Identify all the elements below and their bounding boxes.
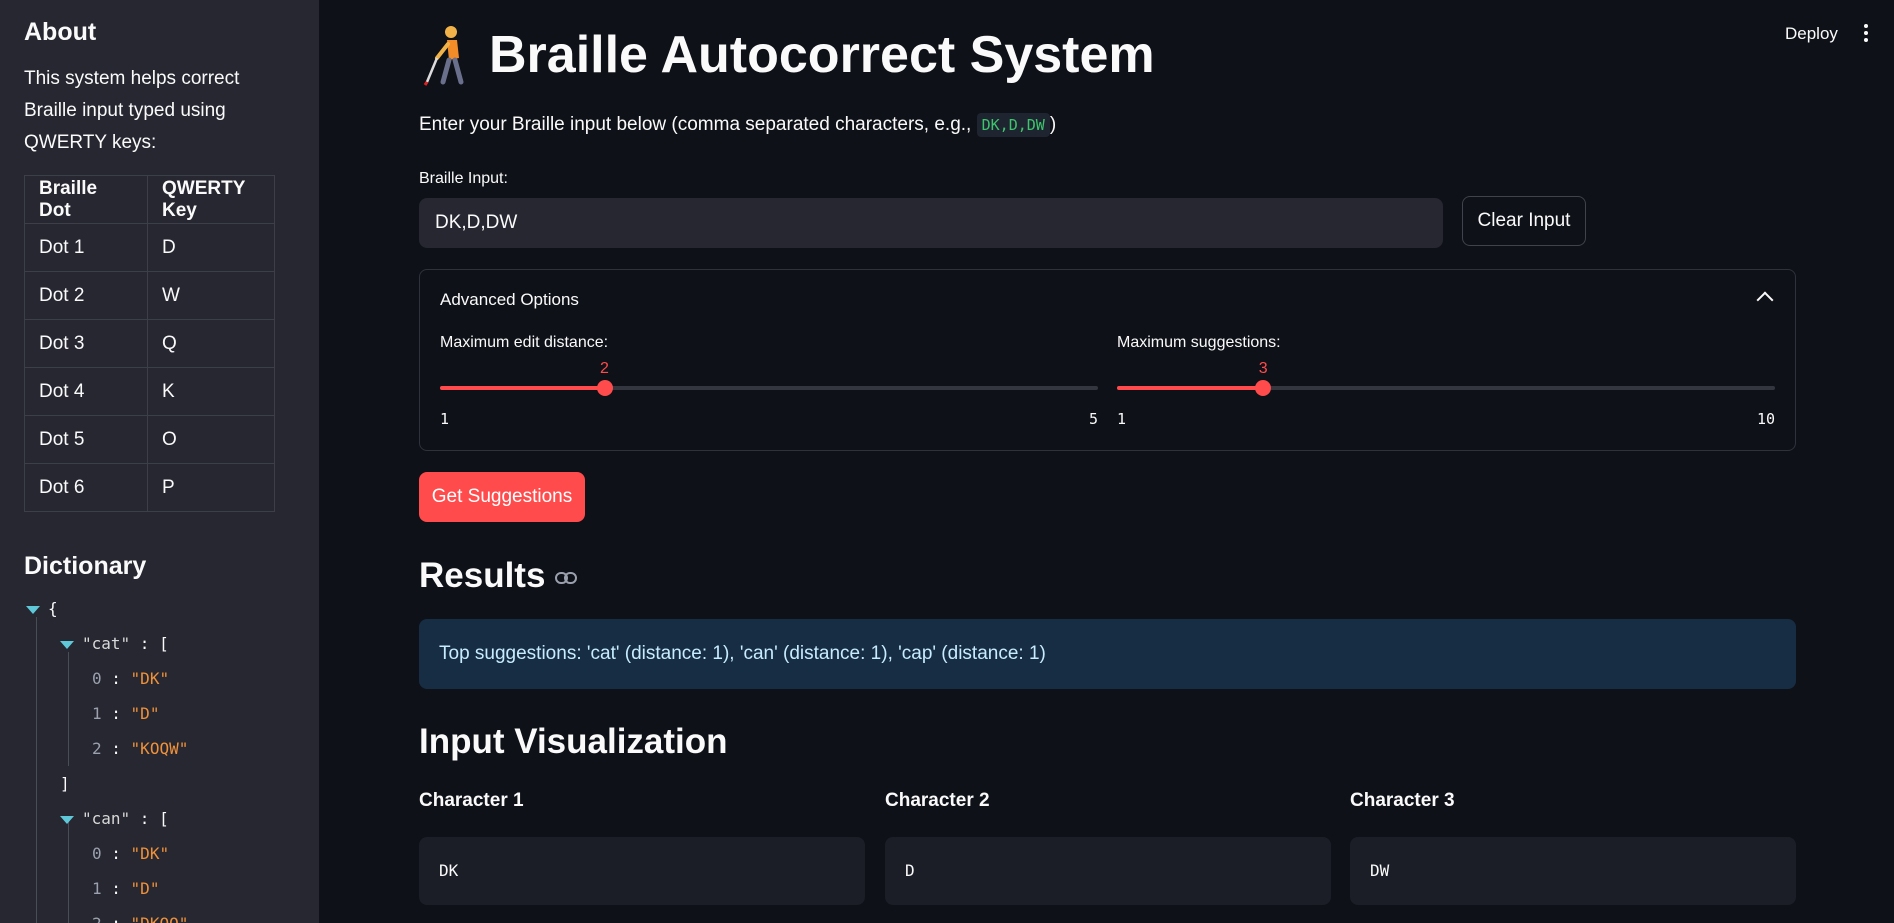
slider-thumb[interactable] xyxy=(1255,380,1272,396)
character-column: Character 1 DK xyxy=(419,790,865,905)
slider-value: 3 xyxy=(1258,360,1268,377)
slider-min: 1 xyxy=(440,410,450,428)
dictionary-heading: Dictionary xyxy=(24,552,147,580)
results-heading: Results xyxy=(419,556,578,596)
slider-max: 5 xyxy=(1088,410,1098,428)
json-index: 1 xyxy=(92,704,102,723)
character-value: DK xyxy=(419,837,865,905)
character-label: Character 1 xyxy=(419,790,524,811)
collapse-toggle-icon[interactable] xyxy=(26,605,40,614)
character-label: Character 2 xyxy=(885,790,990,811)
json-value: "DKOQ" xyxy=(131,914,189,923)
slider-max: 10 xyxy=(1756,410,1775,428)
table-cell: D xyxy=(147,223,275,272)
mapping-table: Braille Dot QWERTY Key Dot 1D Dot 2W Dot… xyxy=(24,175,275,512)
get-suggestions-button[interactable]: Get Suggestions xyxy=(419,472,585,522)
table-cell: Dot 3 xyxy=(24,319,148,368)
deploy-button[interactable]: Deploy xyxy=(1785,24,1838,44)
json-index: 0 xyxy=(92,669,102,688)
table-cell: K xyxy=(147,367,275,416)
character-label: Character 3 xyxy=(1350,790,1455,811)
intro-text: Enter your Braille input below (comma se… xyxy=(419,113,1057,137)
collapse-toggle-icon[interactable] xyxy=(60,640,74,649)
json-index: 2 xyxy=(92,739,102,758)
about-text: This system helps correct Braille input … xyxy=(24,68,240,153)
results-heading-text: Results xyxy=(419,556,546,595)
json-index: 2 xyxy=(92,914,102,923)
slider-track[interactable]: 3 1 10 xyxy=(1117,360,1775,428)
collapse-toggle-icon[interactable] xyxy=(60,815,74,824)
json-key: "cat" xyxy=(82,634,131,653)
intro-example-code: DK,D,DW xyxy=(976,113,1050,137)
slider-min: 1 xyxy=(1117,410,1127,428)
clear-input-button[interactable]: Clear Input xyxy=(1462,196,1586,246)
table-row: Dot 4K xyxy=(24,367,275,416)
json-value: "D" xyxy=(130,879,160,898)
results-info-box: Top suggestions: 'cat' (distance: 1), 'c… xyxy=(419,619,1796,689)
advanced-options-header[interactable]: Advanced Options xyxy=(440,290,579,310)
table-header-braille-dot: Braille Dot xyxy=(24,175,148,224)
table-row: Dot 6P xyxy=(24,463,275,512)
json-close-bracket: ] xyxy=(60,774,70,793)
character-value: DW xyxy=(1350,837,1796,905)
slider-fill xyxy=(1117,386,1264,390)
table-cell: Q xyxy=(147,319,275,368)
chevron-up-icon[interactable] xyxy=(1756,291,1774,309)
table-cell: O xyxy=(147,415,275,464)
character-column: Character 3 DW xyxy=(1350,790,1796,905)
json-open-brace: { xyxy=(48,599,58,618)
table-cell: Dot 6 xyxy=(24,463,148,512)
sidebar: About This system helps correct Braille … xyxy=(0,0,319,923)
json-key: "can" xyxy=(82,809,131,828)
json-value: "DK" xyxy=(130,669,170,688)
about-heading: About xyxy=(24,18,97,46)
table-cell: Dot 1 xyxy=(24,223,148,272)
intro-suffix: ) xyxy=(1049,114,1057,135)
page-title: Braille Autocorrect System xyxy=(489,26,1155,84)
table-row: Dot 5O xyxy=(24,415,275,464)
json-value: "D" xyxy=(130,704,160,723)
table-cell: Dot 5 xyxy=(24,415,148,464)
json-open-bracket: [ xyxy=(159,809,169,828)
json-value: "DK" xyxy=(130,844,170,863)
slider-thumb[interactable] xyxy=(596,380,613,396)
json-index: 0 xyxy=(92,844,102,863)
slider-fill xyxy=(440,386,605,390)
table-cell: P xyxy=(147,463,275,512)
slider-label: Maximum edit distance: xyxy=(440,334,609,351)
dictionary-json-viewer: { "cat" : [ 0 : "DK" 1 : "D" 2 : "KOQW" … xyxy=(24,591,295,923)
intro-prefix: Enter your Braille input below (comma se… xyxy=(419,114,977,135)
json-open-bracket: [ xyxy=(159,634,169,653)
table-row: Dot 1D xyxy=(24,223,275,272)
json-index: 1 xyxy=(92,879,102,898)
character-value: D xyxy=(885,837,1331,905)
main-menu-icon[interactable] xyxy=(1864,24,1870,45)
json-value: "KOQW" xyxy=(130,739,189,758)
character-column: Character 2 D xyxy=(885,790,1331,905)
table-row: Dot 2W xyxy=(24,271,275,320)
link-icon[interactable] xyxy=(555,571,578,585)
slider-label: Maximum suggestions: xyxy=(1117,334,1281,351)
table-row: Dot 3Q xyxy=(24,319,275,368)
slider-track[interactable]: 2 1 5 xyxy=(440,360,1098,428)
slider-value: 2 xyxy=(600,360,609,377)
table-cell: Dot 4 xyxy=(24,367,148,416)
table-cell: Dot 2 xyxy=(24,271,148,320)
person-with-cane-icon xyxy=(423,26,464,86)
braille-input-field[interactable]: DK,D,DW xyxy=(419,198,1443,248)
table-header-qwerty-key: QWERTY Key xyxy=(147,175,275,224)
visualization-heading: Input Visualization xyxy=(419,722,728,761)
braille-input-label: Braille Input: xyxy=(419,170,508,187)
table-cell: W xyxy=(147,271,275,320)
advanced-options-expander: Advanced Options Maximum edit distance: … xyxy=(419,269,1796,451)
